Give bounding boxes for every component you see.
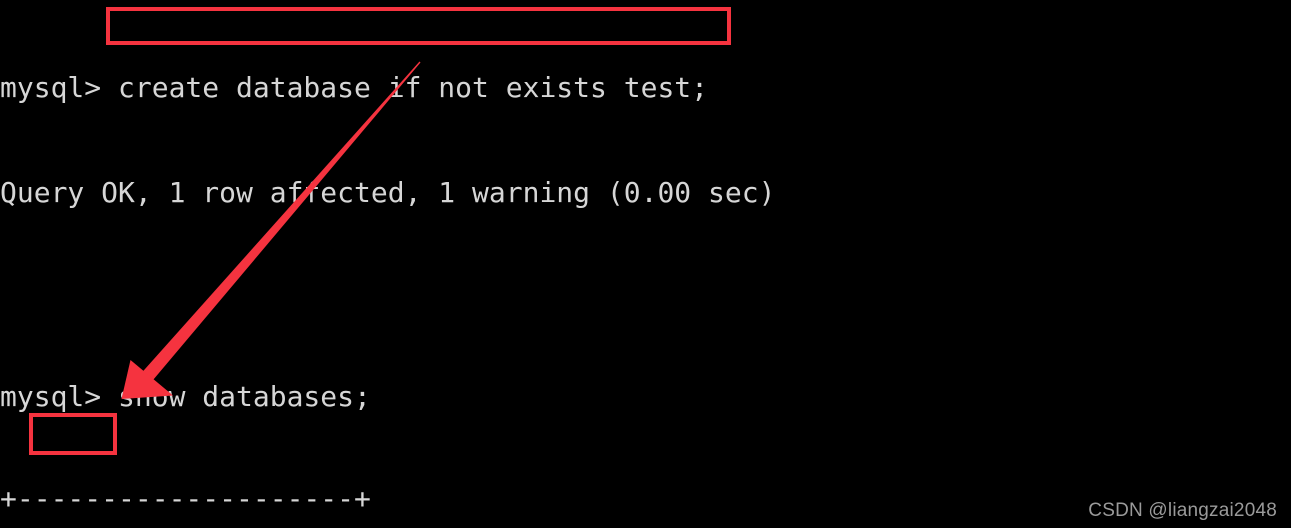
terminal-line-command-1: mysql> create database if not exists tes… <box>0 71 709 104</box>
terminal-line-result-1: Query OK, 1 row affected, 1 warning (0.0… <box>0 176 776 209</box>
terminal-line-command-2: mysql> show databases; <box>0 380 371 413</box>
csdn-watermark: CSDN @liangzai2048 <box>1088 500 1277 521</box>
terminal-output[interactable]: mysql> create database if not exists tes… <box>0 0 1291 528</box>
terminal-screenshot: mysql> create database if not exists tes… <box>0 0 1291 528</box>
